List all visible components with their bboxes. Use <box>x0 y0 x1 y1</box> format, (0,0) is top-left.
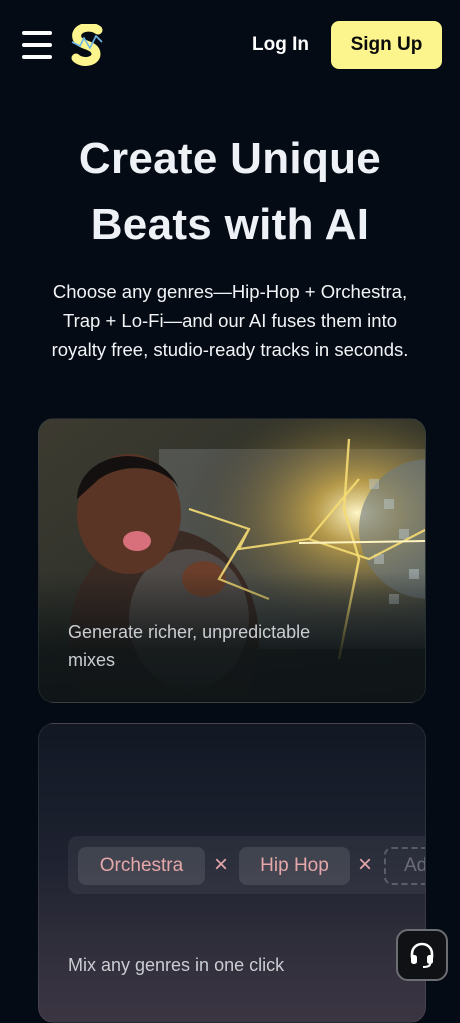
hero-subtitle: Choose any genres—Hip-Hop + Orchestra, T… <box>20 277 440 364</box>
logo[interactable] <box>68 24 108 68</box>
card-caption-line: Generate richer, unpredictable <box>68 622 311 642</box>
card-caption: Generate richer, unpredictable mixes <box>68 618 368 674</box>
card-caption: Mix any genres in one click <box>68 955 285 975</box>
remove-chip-icon[interactable]: × <box>358 852 372 878</box>
hero-subtitle-line: Choose any genres—Hip-Hop + Orchestra, <box>52 281 408 302</box>
feature-card-genre-mix: Orchestra × Hip Hop × Ad Mix any genres … <box>38 723 426 1023</box>
hero-subtitle-line: royalty free, studio-ready tracks in sec… <box>51 339 409 360</box>
hamburger-menu-icon[interactable] <box>22 31 52 59</box>
add-genre-input[interactable]: Ad <box>384 847 425 885</box>
feature-card-mixes: Generate richer, unpredictable mixes <box>38 418 426 703</box>
login-link[interactable]: Log In <box>252 34 309 56</box>
hero-subtitle-line: Trap + Lo-Fi—and our AI fuses them into <box>62 310 398 331</box>
hero-title-line: Create Unique <box>78 134 382 183</box>
genre-chip-orchestra[interactable]: Orchestra <box>78 847 205 885</box>
support-chat-button[interactable] <box>396 929 448 981</box>
signup-button[interactable]: Sign Up <box>331 21 442 69</box>
hero-title-line: Beats with AI <box>90 200 370 249</box>
remove-chip-icon[interactable]: × <box>214 852 228 878</box>
headset-icon <box>410 942 434 968</box>
genre-chip-row: Orchestra × Hip Hop × Ad <box>68 836 425 894</box>
top-nav: Log In Sign Up <box>0 0 460 90</box>
card-caption-line: mixes <box>68 650 116 670</box>
hero-title: Create Unique Beats with AI <box>0 126 460 258</box>
genre-chip-hip-hop[interactable]: Hip Hop <box>239 847 350 885</box>
